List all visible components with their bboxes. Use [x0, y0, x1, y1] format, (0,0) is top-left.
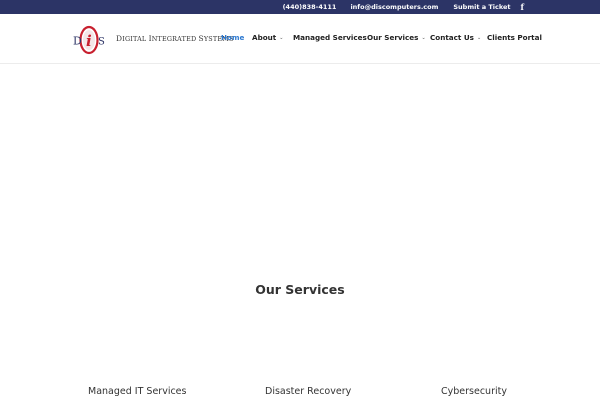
nav-item-contact-us[interactable]: Contact Us ⌄ [430, 33, 481, 42]
section-title: Our Services [255, 282, 345, 297]
brand-rest-1: IGITAL [122, 35, 149, 43]
chevron-down-icon: ⌄ [476, 34, 482, 41]
phone-link[interactable]: (440)838-4111 [283, 3, 337, 11]
service-managed-it[interactable]: Managed IT Services [88, 386, 186, 397]
nav-item-label: Home [221, 33, 245, 42]
brand-rest-2: NTEGRATED [151, 35, 199, 43]
nav-item-label: About [252, 33, 277, 42]
nav-item-our-services[interactable]: Our Services ⌄ [367, 33, 426, 42]
logo-letter-s: S [98, 37, 105, 48]
chevron-down-icon: ⌄ [421, 34, 426, 41]
service-cybersecurity[interactable]: Cybersecurity [441, 386, 507, 397]
logo[interactable]: D i S [72, 25, 106, 55]
chevron-down-icon: ⌄ [279, 34, 284, 41]
nav-item-home[interactable]: Home [221, 33, 244, 42]
brand-name[interactable]: DIGITAL INTEGRATED SYSTEMS [116, 34, 234, 43]
email-link[interactable]: info@discomputers.com [350, 3, 438, 11]
logo-letter-d: D [73, 35, 82, 48]
nav-item-managed-services[interactable]: Managed Services [293, 33, 367, 42]
nav-item-clients-portal[interactable]: Clients Portal [487, 33, 542, 42]
submit-ticket-link[interactable]: Submit a Ticket [453, 3, 510, 11]
nav-item-label: Our Services [367, 33, 419, 42]
logo-letter-i: i [86, 32, 92, 50]
nav-item-label: Contact Us [430, 33, 474, 42]
facebook-icon[interactable]: f [521, 2, 524, 12]
site-header: D i S DIGITAL INTEGRATED SYSTEMS Home Ab… [0, 14, 600, 64]
top-bar: (440)838-4111 info@discomputers.com Subm… [0, 0, 600, 14]
nav-item-label: Managed Services [293, 33, 367, 42]
nav-item-label: Clients Portal [487, 33, 542, 42]
nav-item-about[interactable]: About ⌄ [252, 33, 283, 42]
hero-area [0, 65, 600, 265]
service-disaster-recovery[interactable]: Disaster Recovery [265, 386, 351, 397]
